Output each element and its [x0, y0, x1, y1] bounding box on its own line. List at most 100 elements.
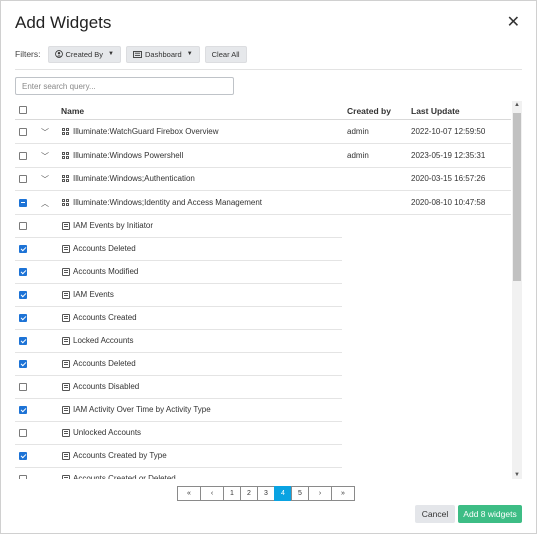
group-name: Illuminate:Windows;Authentication — [73, 174, 195, 183]
add-widgets-dialog: Add Widgets ✕ Filters: Created By ▼ Dash… — [0, 0, 537, 534]
widget-name: Accounts Deleted — [73, 244, 136, 253]
dialog-title: Add Widgets — [15, 13, 112, 32]
group-last-update: 2020-03-15 16:57:26 — [411, 174, 486, 183]
widget-icon — [62, 429, 70, 437]
widget-icon — [62, 406, 70, 414]
group-checkbox[interactable] — [19, 151, 27, 160]
widget-icon — [62, 475, 70, 479]
widget-icon — [62, 314, 70, 322]
scroll-up-icon[interactable]: ▲ — [514, 102, 520, 108]
widget-group-row[interactable]: ﹀ Illuminate:Windows Powershell admin 2023-… — [15, 145, 511, 168]
created-by-filter-button[interactable]: Created By ▼ — [47, 45, 121, 63]
widget-icon — [62, 452, 70, 460]
widget-row[interactable]: Accounts Created by Type — [15, 445, 342, 468]
dashboard-icon — [133, 50, 142, 58]
add-widgets-button[interactable]: Add 8 widgets — [458, 505, 522, 523]
table-scrollbar[interactable]: ▲ ▼ — [512, 101, 522, 479]
group-checkbox[interactable] — [19, 175, 27, 183]
widget-group-icon — [62, 151, 70, 160]
caret-down-icon: ▼ — [108, 51, 114, 57]
close-icon[interactable]: ✕ — [507, 15, 520, 31]
widget-name: Accounts Created by Type — [73, 451, 167, 460]
widget-checkbox[interactable] — [19, 452, 27, 460]
widget-row[interactable]: Accounts Created or Deleted — [15, 468, 342, 479]
widget-icon — [62, 337, 70, 345]
page-5-button[interactable]: 5 — [291, 486, 309, 501]
pagination: « ‹ 1 2 3 4 5 ›» — [177, 486, 355, 501]
chevron-down-icon[interactable]: ﹀ — [41, 174, 49, 185]
widget-row[interactable]: Accounts Deleted — [15, 238, 342, 261]
widget-row[interactable]: Accounts Modified — [15, 261, 342, 284]
group-name: Illuminate:WatchGuard Firebox Overview — [73, 127, 219, 136]
widget-group-icon — [62, 198, 70, 207]
widget-checkbox[interactable] — [19, 314, 27, 322]
page-3-button[interactable]: 3 — [257, 486, 275, 501]
widget-name: Accounts Modified — [73, 267, 139, 276]
prev-page-button[interactable]: ‹ — [200, 486, 224, 501]
group-name: Illuminate:Windows;Identity and Access M… — [73, 197, 262, 207]
dashboard-filter-label: Dashboard — [144, 49, 182, 59]
widget-group-row[interactable]: ﹀ Illuminate:WatchGuard Firebox Overview a… — [15, 121, 511, 144]
group-name: Illuminate:Windows Powershell — [73, 150, 184, 160]
widget-row[interactable]: IAM Events by Initiator — [15, 215, 342, 238]
created-by-filter-label: Created By — [65, 49, 104, 59]
widget-checkbox[interactable] — [19, 475, 27, 479]
widget-name: Accounts Deleted — [73, 359, 136, 368]
group-checkbox[interactable] — [19, 128, 27, 136]
widget-checkbox[interactable] — [19, 245, 27, 253]
widget-group-row[interactable]: ﹀ Illuminate:Windows;Authentication 2020-0… — [15, 168, 511, 191]
widget-name: Unlocked Accounts — [73, 428, 142, 437]
scrollbar-thumb[interactable] — [513, 113, 521, 281]
widget-checkbox[interactable] — [19, 268, 27, 276]
group-created-by: admin — [347, 127, 369, 136]
widget-name: IAM Activity Over Time by Activity Type — [73, 405, 211, 414]
widget-row[interactable]: Accounts Deleted — [15, 353, 342, 376]
widget-row[interactable]: Unlocked Accounts — [15, 422, 342, 445]
widget-row[interactable]: Locked Accounts — [15, 330, 342, 353]
filters-label: Filters: — [15, 49, 41, 59]
widget-icon — [62, 360, 70, 368]
last-page-button[interactable]: » — [331, 486, 355, 501]
page-1-button[interactable]: 1 — [223, 486, 241, 501]
column-header-last-update: Last Update — [411, 106, 460, 116]
page-4-button[interactable]: 4 — [274, 486, 292, 501]
widget-checkbox[interactable] — [19, 222, 27, 230]
widget-checkbox[interactable] — [19, 383, 27, 391]
scroll-down-icon[interactable]: ▼ — [514, 472, 520, 478]
first-page-button[interactable]: « — [177, 486, 201, 501]
widget-name: Accounts Created or Deleted — [73, 474, 176, 479]
chevron-down-icon[interactable]: ﹀ — [41, 151, 49, 162]
widget-group-row[interactable]: ︿ Illuminate:Windows;Identity and Access … — [15, 192, 511, 215]
widget-icon — [62, 222, 70, 230]
widget-checkbox[interactable] — [19, 337, 27, 345]
clear-all-button[interactable]: Clear All — [204, 45, 247, 63]
widget-row[interactable]: IAM Activity Over Time by Activity Type — [15, 399, 342, 422]
widget-checkbox[interactable] — [19, 360, 27, 368]
chevron-down-icon[interactable]: ﹀ — [41, 127, 49, 138]
filters-bar: Filters: Created By ▼ Dashboard ▼ Clear … — [15, 45, 247, 63]
widget-row[interactable]: Accounts Disabled — [15, 376, 342, 399]
widget-row[interactable]: Accounts Created — [15, 307, 342, 330]
group-checkbox[interactable] — [19, 198, 27, 207]
widget-group-icon — [62, 175, 70, 183]
widget-checkbox[interactable] — [19, 406, 27, 414]
page-2-button[interactable]: 2 — [240, 486, 258, 501]
cancel-button[interactable]: Cancel — [415, 505, 455, 523]
dashboard-filter-button[interactable]: Dashboard ▼ — [125, 45, 200, 63]
caret-down-icon: ▼ — [186, 51, 193, 57]
search-input[interactable] — [15, 77, 234, 95]
widget-row[interactable]: IAM Events — [15, 284, 342, 307]
next-page-button[interactable]: › — [308, 486, 332, 501]
widget-name: IAM Events — [73, 290, 114, 299]
widget-checkbox[interactable] — [19, 291, 27, 299]
widget-checkbox[interactable] — [19, 429, 27, 437]
column-header-created-by: Created by — [347, 106, 391, 116]
group-last-update: 2020-08-10 10:47:58 — [411, 197, 486, 207]
user-circle-icon — [54, 50, 63, 58]
group-last-update: 2023-05-19 12:35:31 — [411, 150, 486, 160]
select-all-checkbox[interactable] — [19, 106, 27, 114]
group-created-by: admin — [347, 150, 369, 160]
widget-name: IAM Events by Initiator — [73, 221, 154, 230]
chevron-up-icon[interactable]: ︿ — [41, 198, 49, 209]
widget-icon — [62, 268, 70, 276]
